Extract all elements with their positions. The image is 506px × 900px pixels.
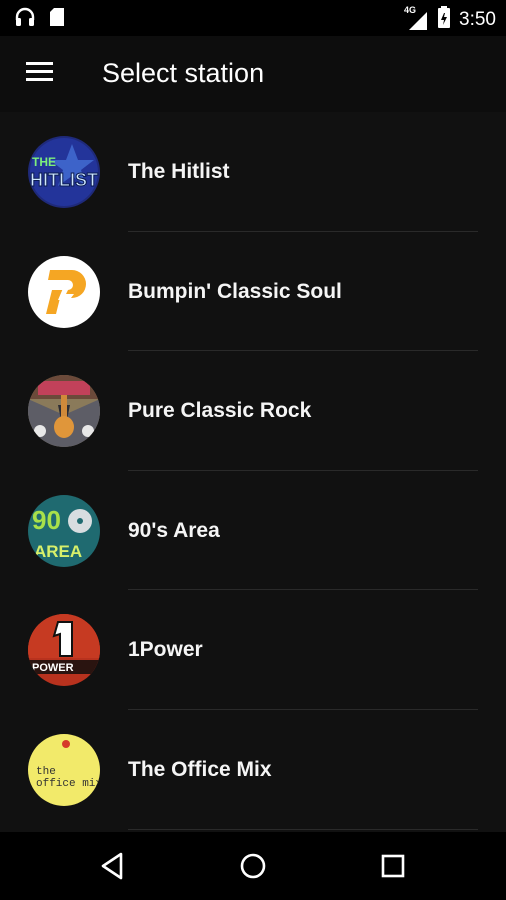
- menu-icon[interactable]: [26, 62, 54, 84]
- svg-text:AREA: AREA: [34, 542, 82, 561]
- station-name: 90's Area: [128, 518, 220, 542]
- divider: [128, 828, 478, 830]
- station-name: The Hitlist: [128, 160, 230, 183]
- recents-icon[interactable]: [377, 850, 409, 882]
- station-list: THE HITLIST The Hitlist Bumpin' Classic …: [0, 112, 506, 830]
- station-logo-hitlist: THE HITLIST: [28, 136, 100, 208]
- svg-text:office mix: office mix: [36, 778, 100, 790]
- battery-icon: [437, 5, 451, 34]
- app-bar: Select station: [0, 36, 506, 112]
- headphones-icon: [14, 6, 36, 33]
- station-name: Pure Classic Rock: [128, 399, 312, 423]
- network-type-label: 4G: [404, 4, 417, 15]
- station-item[interactable]: 90 AREA 90's Area: [0, 471, 506, 591]
- station-logo-office-mix: the office mix: [28, 733, 100, 806]
- svg-text:POWER: POWER: [32, 662, 74, 674]
- station-logo-90s-area: 90 AREA: [28, 494, 100, 567]
- back-icon[interactable]: [97, 850, 129, 882]
- station-item[interactable]: Bumpin' Classic Soul: [0, 232, 506, 352]
- svg-text:90: 90: [32, 505, 61, 535]
- svg-text:the: the: [36, 766, 56, 778]
- status-bar: 4G 3:50: [0, 0, 506, 36]
- station-logo-1power: POWER: [28, 614, 100, 687]
- station-name: 1Power: [128, 638, 203, 662]
- station-item[interactable]: POWER 1Power: [0, 590, 506, 710]
- svg-text:THE: THE: [32, 155, 56, 169]
- station-logo-classic-rock: [28, 375, 100, 448]
- station-name: Bumpin' Classic Soul: [128, 279, 342, 303]
- svg-text:HITLIST: HITLIST: [30, 170, 98, 190]
- page-title: Select station: [102, 58, 265, 88]
- station-logo-classic-soul: [28, 255, 100, 328]
- system-nav-bar: [0, 832, 506, 900]
- station-item[interactable]: Pure Classic Rock: [0, 351, 506, 471]
- home-icon[interactable]: [237, 850, 269, 882]
- status-time: 3:50: [459, 8, 496, 30]
- sd-card-icon: [48, 6, 66, 33]
- station-item[interactable]: the office mix The Office Mix: [0, 710, 506, 830]
- station-item[interactable]: THE HITLIST The Hitlist: [0, 112, 506, 232]
- station-name: The Office Mix: [128, 757, 272, 781]
- signal-icon: 4G: [404, 4, 429, 32]
